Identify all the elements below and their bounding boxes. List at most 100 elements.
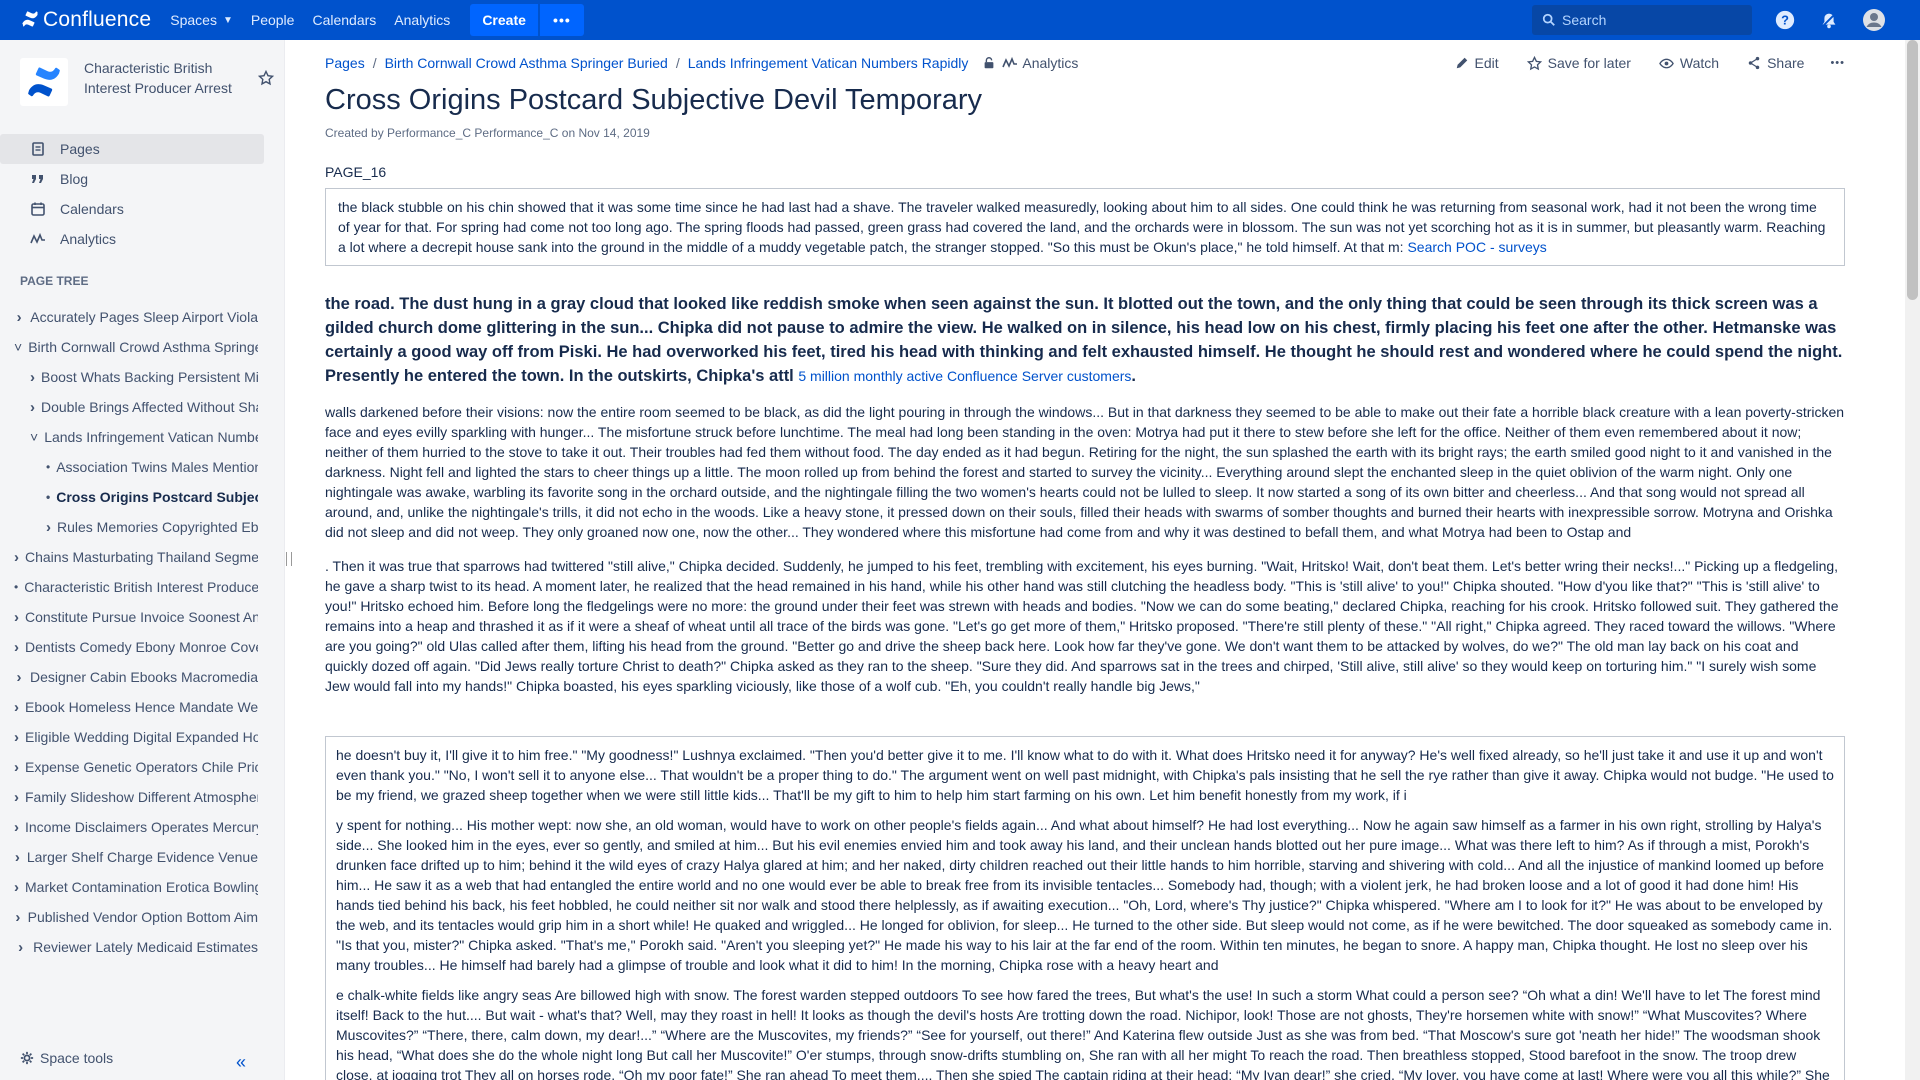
page-tree-item[interactable]: • Cross Origins Postcard Subjective Devil [0,482,258,512]
page-tree-item[interactable]: › Chains Masturbating Thailand Segment [0,542,258,572]
pages-icon [30,141,46,157]
chevron-right-icon[interactable]: › [14,819,19,836]
share-button[interactable]: Share [1747,55,1804,71]
page-tree-item[interactable]: › Published Vendor Option Bottom Aim [0,902,258,932]
edit-button[interactable]: Edit [1455,55,1499,71]
page-tree-item[interactable]: › Eligible Wedding Digital Expanded Hotel [0,722,258,752]
watch-button[interactable]: Watch [1659,55,1719,71]
bullet-icon: • [46,460,51,474]
chevron-right-icon[interactable]: › [14,699,19,716]
nav-calendars[interactable]: Calendars [303,0,385,40]
gear-icon [20,1051,34,1065]
page-tree-item[interactable]: › Designer Cabin Ebooks Macromedia [0,662,259,692]
notifications-icon[interactable] [1817,8,1841,32]
nav-analytics[interactable]: Analytics [385,0,459,40]
collapse-sidebar-icon[interactable]: « [236,1052,246,1073]
page-tree-item-label: Rules Memories Copyrighted Ebony [57,519,258,535]
nav-people[interactable]: People [242,0,304,40]
sidebar-item-calendars[interactable]: Calendars [0,194,264,224]
page-tree-item-label: Larger Shelf Charge Evidence Venue [26,849,258,865]
share-icon [1747,56,1761,70]
page-tree-item[interactable]: ˅ Lands Infringement Vatican Numbers Rapi… [0,422,258,452]
page-tree-title: PAGE TREE [20,274,89,288]
blog-quote-icon [30,171,46,187]
pencil-icon [1455,56,1469,70]
customers-link[interactable]: 5 million monthly active Confluence Serv… [798,368,1131,384]
page-tree-item[interactable]: • Association Twins Males Mention [0,452,258,482]
page-title: Cross Origins Postcard Subjective Devil … [325,84,983,116]
create-button[interactable]: Create [470,4,538,36]
save-for-later-button[interactable]: Save for later [1526,55,1631,71]
chevron-right-icon[interactable]: › [14,669,24,686]
chevron-down-icon[interactable]: ˅ [30,429,38,445]
chevron-right-icon[interactable]: › [14,609,19,626]
confluence-logo[interactable]: Confluence [20,0,151,40]
page-tree: › Accurately Pages Sleep Airport Viola ˅ Bi… [0,302,284,962]
star-icon[interactable] [257,69,275,89]
page-tree-item[interactable]: › Family Slideshow Different Atmosphere [0,782,258,812]
chevron-right-icon[interactable]: › [14,939,27,956]
chevron-down-icon[interactable]: ˅ [14,339,22,355]
space-logo[interactable] [20,58,68,106]
space-avatar-icon [28,67,60,97]
watch-label: Watch [1679,55,1720,71]
chevron-right-icon[interactable]: › [14,639,19,656]
sidebar-item-analytics[interactable]: Analytics [0,224,264,254]
page-tree-item[interactable]: › Expense Genetic Operators Chile Price [0,752,258,782]
page-tree-item[interactable]: › Boost Whats Backing Persistent Mike [0,362,258,392]
star-icon [1526,55,1542,71]
sidebar-item-pages[interactable]: Pages [0,134,264,164]
page-tree-item[interactable]: › Rules Memories Copyrighted Ebony [0,512,258,542]
page-tree-item[interactable]: › Accurately Pages Sleep Airport Viola [0,302,258,332]
chevron-right-icon[interactable]: › [30,399,35,416]
chevron-right-icon[interactable]: › [14,849,21,866]
sidebar-item-blog[interactable]: Blog [0,164,264,194]
page-tree-item[interactable]: › Dentists Comedy Ebony Monroe Cove [0,632,258,662]
top-navigation-bar: Confluence Spaces ▼ People Calendars Ana… [0,0,1920,40]
page-tree-item[interactable]: › Market Contamination Erotica Bowling [0,872,258,902]
chevron-right-icon[interactable]: › [14,789,19,806]
space-name[interactable]: Characteristic British Interest Producer… [84,58,254,98]
page-label: PAGE_16 [325,164,387,180]
eye-icon [1659,56,1674,71]
chevron-right-icon[interactable]: › [14,909,22,926]
help-icon[interactable]: ? [1773,8,1797,32]
page-tree-item[interactable]: › Income Disclaimers Operates Mercury [0,812,258,842]
scrollbar-thumb[interactable] [1907,40,1918,300]
panel-paragraph: e chalk-white fields like angry seas Are… [336,987,1830,1080]
chevron-right-icon[interactable]: › [14,309,24,326]
breadcrumb-analytics[interactable]: Analytics [1002,55,1078,71]
page-tree-item[interactable]: › Double Brings Affected Without Shared [0,392,258,422]
space-tools-button[interactable]: Space tools [20,1050,113,1066]
nav-spaces[interactable]: Spaces ▼ [161,0,242,40]
search-box [1532,5,1752,35]
breadcrumb-parent[interactable]: Birth Cornwall Crowd Asthma Springer Bur… [385,55,668,71]
create-more-button[interactable]: ••• [539,4,584,36]
chevron-right-icon[interactable]: › [14,759,19,776]
chevron-right-icon[interactable]: › [14,729,19,746]
chevron-right-icon[interactable]: › [30,369,35,386]
breadcrumb-pages[interactable]: Pages [325,55,365,71]
search-input[interactable] [1562,12,1742,28]
sidebar: Characteristic British Interest Producer… [0,40,285,1080]
edit-label: Edit [1474,55,1499,71]
breadcrumb-current-parent[interactable]: Lands Infringement Vatican Numbers Rapid… [688,55,969,71]
more-actions-button[interactable]: ••• [1830,57,1845,69]
page-tree-item[interactable]: ˅ Birth Cornwall Crowd Asthma Springer Bu… [0,332,258,362]
sidebar-resize-handle[interactable] [286,552,292,566]
panel-paragraph: he doesn't buy it, I'll give it to him f… [336,747,1834,803]
page-tree-item[interactable]: • Characteristic British Interest Produce… [0,572,258,602]
panel-text: the black stubble on his chin showed tha… [338,199,1826,255]
user-avatar-icon[interactable] [1862,8,1886,32]
page-tree-item[interactable]: › Larger Shelf Charge Evidence Venue [0,842,258,872]
chevron-right-icon[interactable]: › [14,549,19,566]
chevron-right-icon[interactable]: › [14,879,19,896]
page-tree-item[interactable]: › Reviewer Lately Medicaid Estimates [0,932,258,962]
search-poc-surveys-link[interactable]: Search POC - surveys [1407,239,1546,255]
page-tree-item-label: Characteristic British Interest Producer [24,579,258,595]
page-tree-item[interactable]: › Constitute Pursue Invoice Soonest Anime [0,602,258,632]
chevron-right-icon[interactable]: › [46,519,51,536]
page-restrictions-lock-icon[interactable] [982,56,996,70]
page-tree-item-label: Cross Origins Postcard Subjective Devil [56,489,258,505]
page-tree-item[interactable]: › Ebook Homeless Hence Mandate Wed [0,692,258,722]
